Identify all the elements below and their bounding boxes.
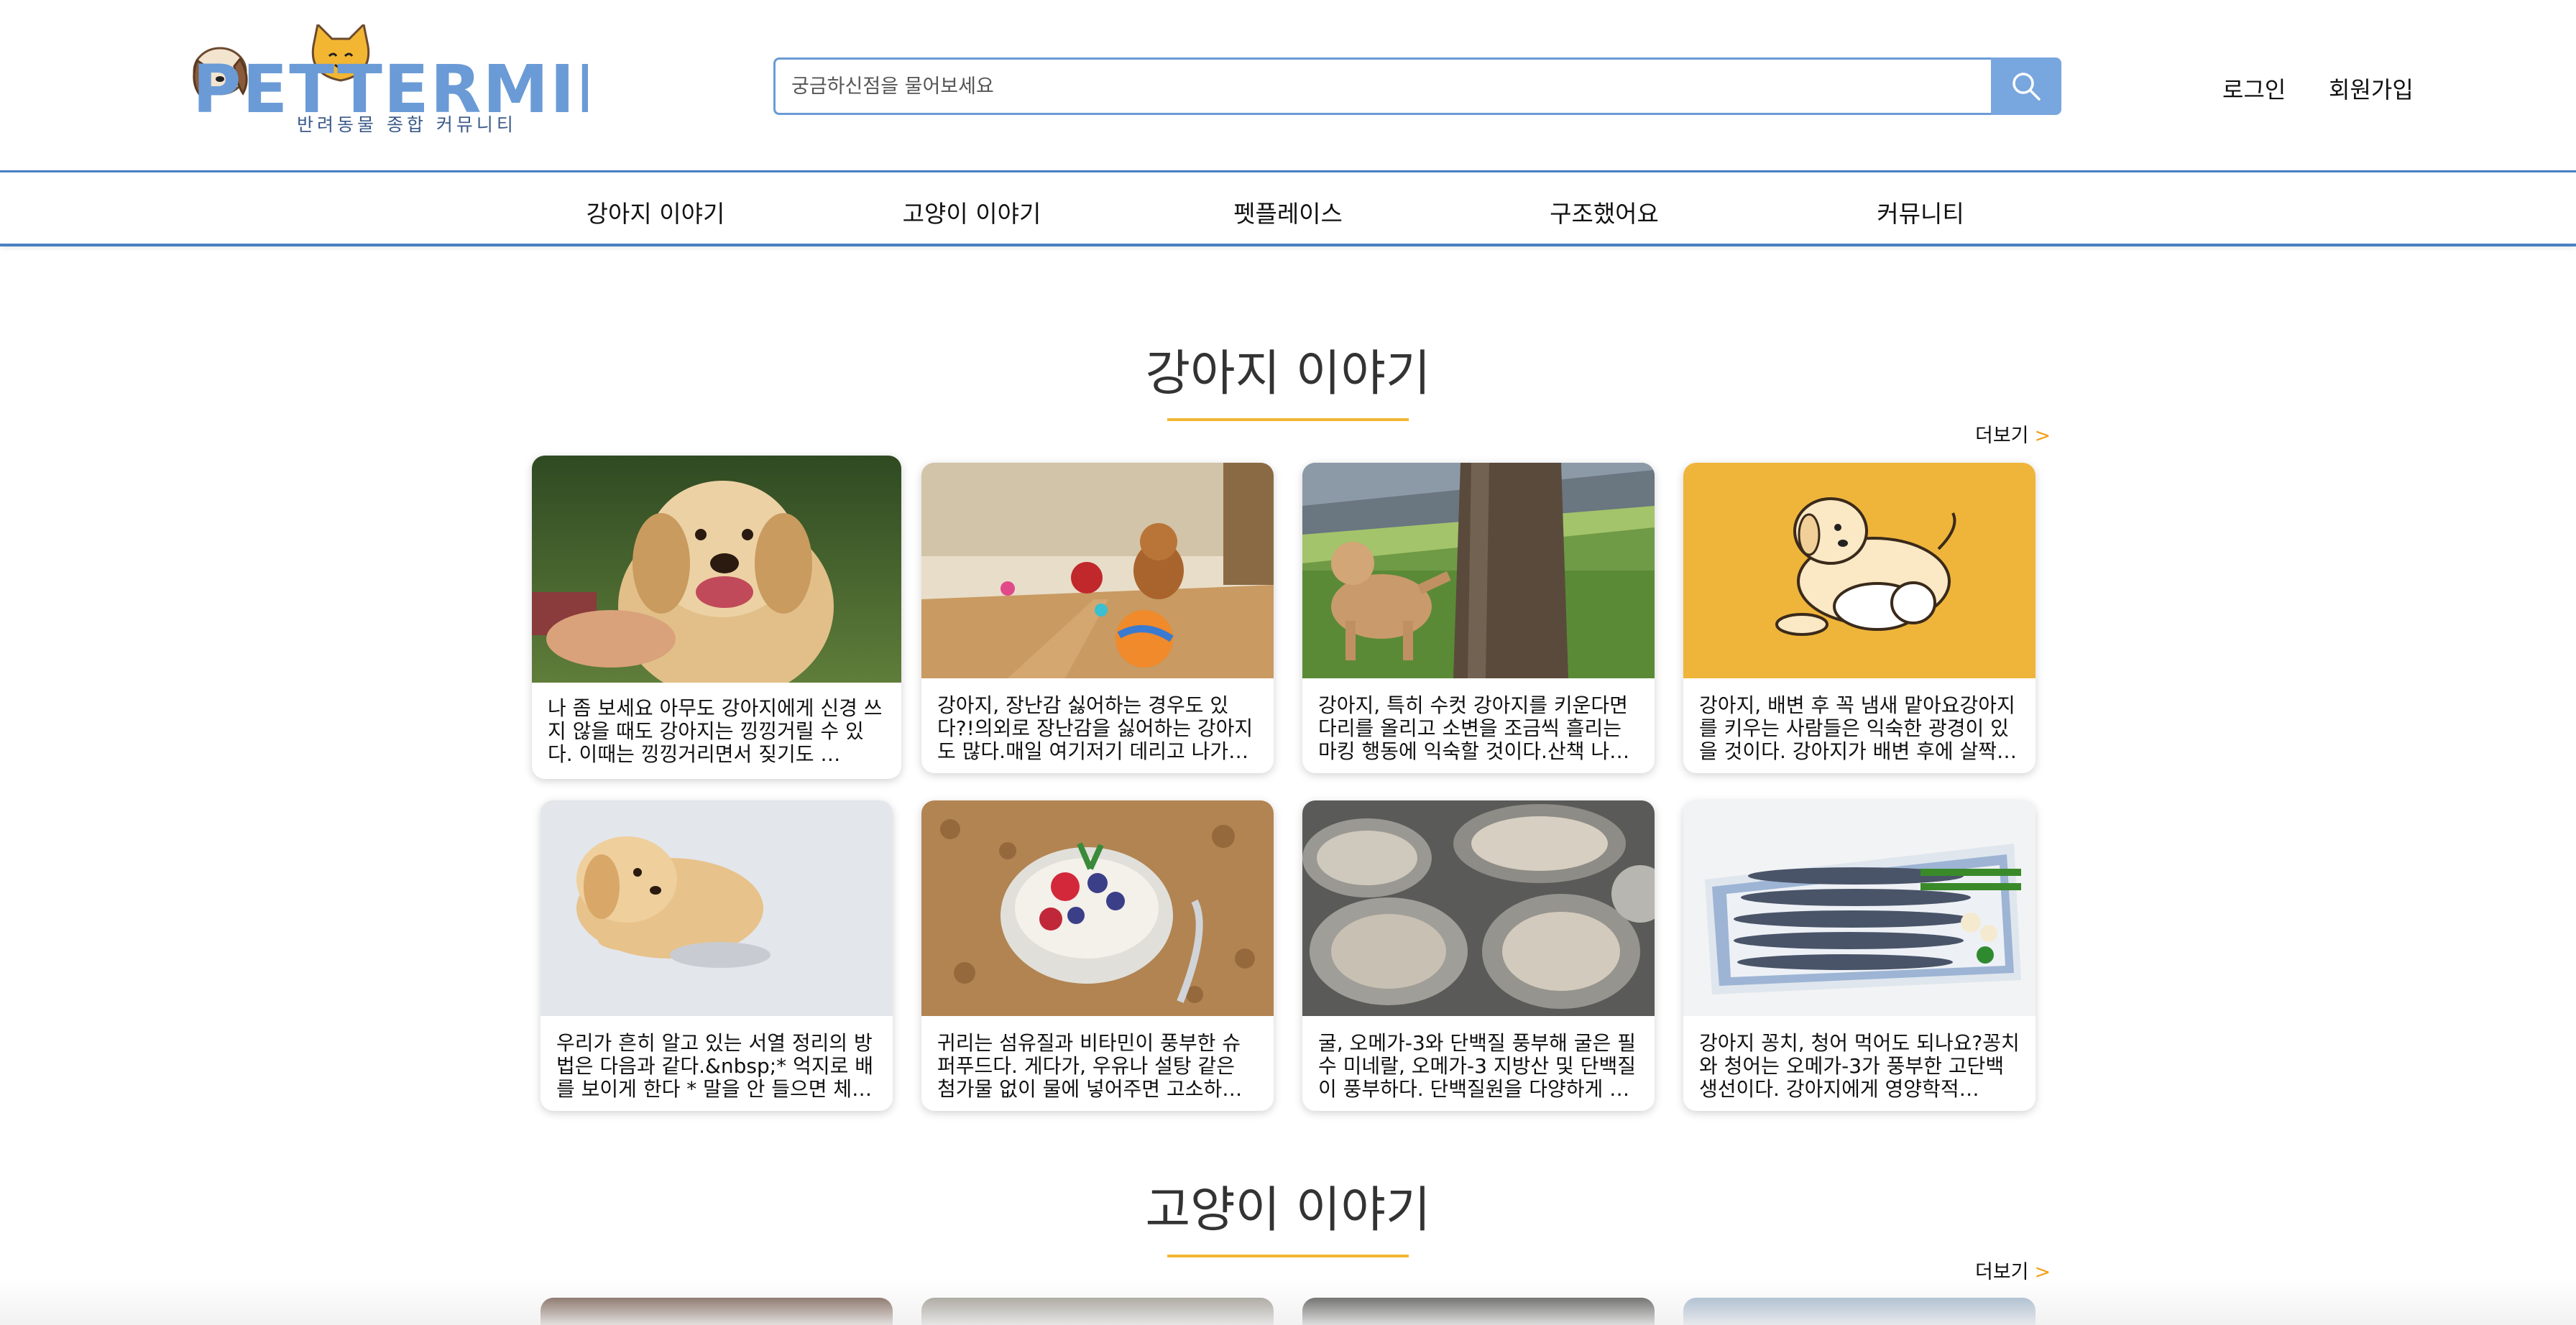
card-thumbnail <box>1302 800 1655 1016</box>
dog-card-3[interactable]: 강아지, 특히 수컷 강아지를 키운다면 다리를 올리고 소변을 조금씩 흘리는… <box>1302 463 1655 773</box>
card-excerpt: 귀리는 섬유질과 비타민이 풍부한 슈퍼푸드다. 게다가, 우유나 설탕 같은 … <box>937 1032 1243 1101</box>
card-thumbnail <box>921 800 1274 1016</box>
card-excerpt: 굴, 오메가-3와 단백질 풍부해 굴은 필수 미네랄, 오메가-3 지방산 및… <box>1318 1032 1636 1101</box>
card-excerpt: 강아지 꽁치, 청어 먹어도 되나요?꽁치와 청어는 오메가-3가 풍부한 고단… <box>1699 1032 2020 1101</box>
dog-card-7[interactable]: 굴, 오메가-3와 단백질 풍부해 굴은 필수 미네랄, 오메가-3 지방산 및… <box>1302 800 1655 1111</box>
site-logo[interactable]: PETTERMINT 반려동물 종합 커뮤니티 <box>185 22 678 147</box>
oat-granola-bowl-photo <box>921 800 1274 1016</box>
cartoon-dogs-illustration <box>1683 463 2036 678</box>
more-label: 더보기 <box>1975 1261 2029 1283</box>
signup-link[interactable]: 회원가입 <box>2329 72 2414 105</box>
golden-retriever-photo <box>532 456 901 683</box>
dog-card-4[interactable]: 강아지, 배변 후 꼭 냄새 맡아요강아지를 키우는 사람들은 익숙한 광경이 … <box>1683 463 2036 773</box>
card-thumbnail <box>540 800 893 1016</box>
cat-card-1-thumbnail[interactable] <box>540 1298 893 1325</box>
site-header: PETTERMINT 반려동물 종합 커뮤니티 로그인 회원가입 <box>0 0 2576 172</box>
search-input[interactable] <box>773 57 1991 115</box>
cat-section-title: 고양이 이야기 <box>1145 1182 1431 1239</box>
login-link[interactable]: 로그인 <box>2222 72 2286 105</box>
dog-card-1[interactable]: 나 좀 보세요 아무도 강아지에게 신경 쓰지 않을 때도 강아지는 낑낑거릴 … <box>532 456 901 779</box>
dog-card-2[interactable]: 강아지, 장난감 싫어하는 경우도 있다?!의외로 장난감을 싫어하는 강아지도… <box>921 463 1274 773</box>
card-thumbnail <box>921 463 1274 678</box>
logo-subtitle: 반려동물 종합 커뮤니티 <box>297 114 517 135</box>
more-arrow-icon: > <box>2034 425 2051 447</box>
puppy-carpet-photo <box>540 800 893 1016</box>
cat-card-4-thumbnail[interactable] <box>1683 1298 2036 1325</box>
dog-section-title: 강아지 이야기 <box>1145 346 1431 402</box>
more-label: 더보기 <box>1975 425 2029 447</box>
dog-more-link[interactable]: 더보기 > <box>1975 420 2051 448</box>
cat-title-underline <box>1167 1255 1409 1257</box>
card-excerpt: 나 좀 보세요 아무도 강아지에게 신경 쓰지 않을 때도 강아지는 낑낑거릴 … <box>548 697 883 766</box>
card-thumbnail <box>1683 800 2036 1016</box>
dachshund-toys-photo <box>921 463 1274 678</box>
main-nav: 강아지 이야기 고양이 이야기 펫플레이스 구조했어요 커뮤니티 <box>0 175 2576 246</box>
card-thumbnail <box>1683 463 2036 678</box>
card-excerpt: 강아지, 배변 후 꼭 냄새 맡아요강아지를 키우는 사람들은 익숙한 광경이 … <box>1699 694 2018 763</box>
nav-item-rescue[interactable]: 구조했어요 <box>1550 195 1659 229</box>
search-icon <box>2012 73 2041 101</box>
dog-card-5[interactable]: 우리가 흔히 알고 있는 서열 정리의 방법은 다음과 같다.&nbsp;* 억… <box>540 800 893 1111</box>
card-excerpt: 강아지, 특히 수컷 강아지를 키운다면 다리를 올리고 소변을 조금씩 흘리는… <box>1318 694 1630 763</box>
cat-card-3-thumbnail[interactable] <box>1302 1298 1655 1325</box>
oysters-photo <box>1302 800 1655 1016</box>
bottom-fade <box>0 1279 2576 1325</box>
search-button[interactable] <box>1991 57 2061 115</box>
nav-item-cat-story[interactable]: 고양이 이야기 <box>903 195 1041 229</box>
card-excerpt: 우리가 흔히 알고 있는 서열 정리의 방법은 다음과 같다.&nbsp;* 억… <box>556 1032 874 1101</box>
card-thumbnail <box>1302 463 1655 678</box>
nav-item-community[interactable]: 커뮤니티 <box>1877 195 1964 229</box>
dog-title-underline <box>1167 418 1409 421</box>
more-arrow-icon: > <box>2034 1261 2051 1283</box>
nav-item-pet-place[interactable]: 펫플레이스 <box>1233 195 1343 229</box>
card-thumbnail <box>532 456 901 683</box>
poodle-tree-photo <box>1302 463 1655 678</box>
dog-card-8[interactable]: 강아지 꽁치, 청어 먹어도 되나요?꽁치와 청어는 오메가-3가 풍부한 고단… <box>1683 800 2036 1111</box>
dog-card-6[interactable]: 귀리는 섬유질과 비타민이 풍부한 슈퍼푸드다. 게다가, 우유나 설탕 같은 … <box>921 800 1274 1111</box>
nav-item-dog-story[interactable]: 강아지 이야기 <box>586 195 725 229</box>
cat-card-2-thumbnail[interactable] <box>921 1298 1274 1325</box>
cat-more-link[interactable]: 더보기 > <box>1975 1256 2051 1284</box>
saury-fish-plate-photo <box>1683 800 2036 1016</box>
search-bar <box>773 57 2061 115</box>
card-excerpt: 강아지, 장난감 싫어하는 경우도 있다?!의외로 장난감을 싫어하는 강아지도… <box>937 694 1254 763</box>
